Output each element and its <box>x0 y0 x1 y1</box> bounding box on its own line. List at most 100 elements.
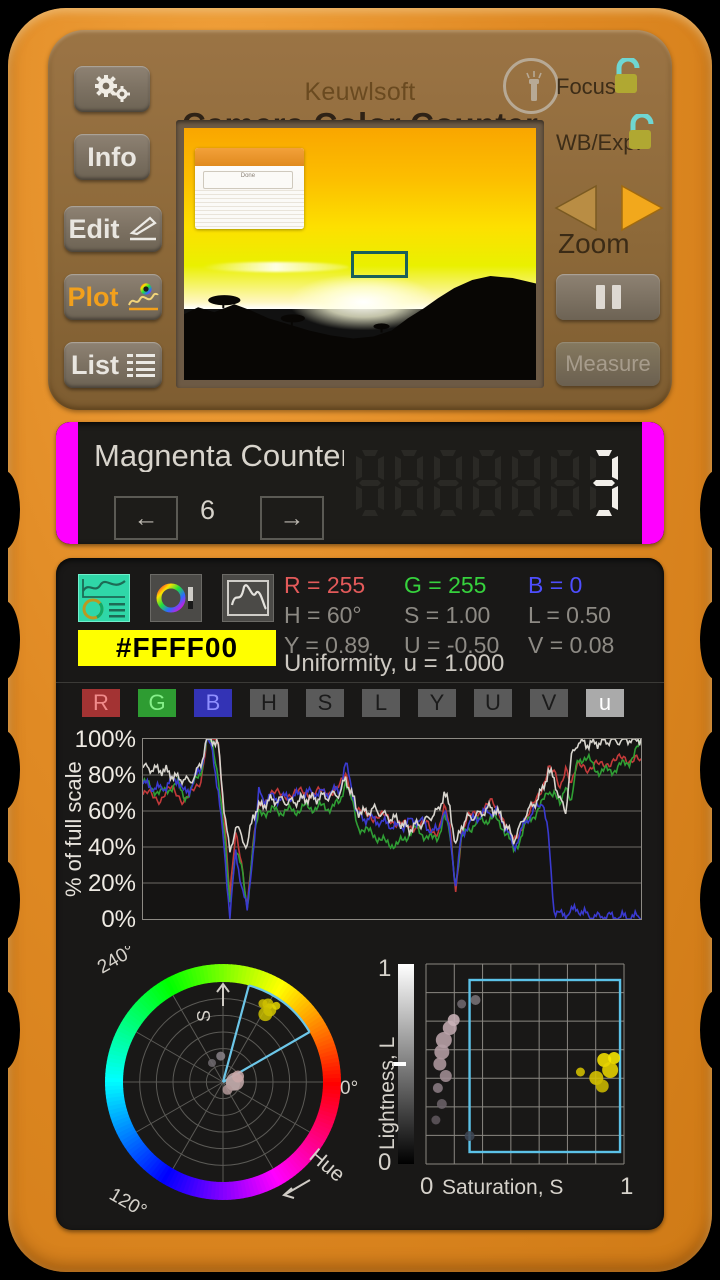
scatter-data-point <box>464 1131 475 1141</box>
camera-popup[interactable]: Done <box>194 148 304 229</box>
zoom-label: Zoom <box>558 228 630 259</box>
measure-button[interactable]: Measure <box>556 342 660 386</box>
scatter-data-point <box>433 1057 447 1071</box>
selection-box[interactable] <box>468 978 622 1154</box>
scatter-data-point <box>575 1067 585 1077</box>
channel-chip-u[interactable]: u <box>586 689 624 717</box>
hue-data-point <box>258 999 268 1009</box>
chart-y-tick: 100% <box>74 726 136 753</box>
line-chart[interactable] <box>142 736 647 922</box>
counter-accent-left <box>56 422 78 544</box>
channel-chip-V[interactable]: V <box>530 689 568 717</box>
polar-axis-tick: S <box>194 1010 214 1022</box>
seven-segment-digit <box>590 450 618 516</box>
chart-y-tick: 40% <box>87 834 136 861</box>
channel-chip-Y[interactable]: Y <box>418 689 456 717</box>
chart-series-u <box>142 736 646 853</box>
popup-done-button[interactable]: Done <box>203 170 293 189</box>
zoom-out-button[interactable] <box>552 182 600 234</box>
seven-segment-digit <box>356 450 384 516</box>
cloud <box>201 261 350 272</box>
pause-button[interactable] <box>556 274 660 320</box>
seven-segment-display <box>352 446 622 520</box>
chart-series-B <box>142 738 647 922</box>
gears-icon <box>95 75 130 102</box>
pause-icon <box>595 285 605 309</box>
lightness-saturation-chart[interactable]: 1 0 Lightness, L 0 1 Saturation, S <box>368 946 654 1214</box>
channel-chip-H[interactable]: H <box>250 689 288 717</box>
mode-combined-button[interactable] <box>78 574 130 622</box>
channel-chip-L[interactable]: L <box>362 689 400 717</box>
value-g: G = 255 <box>404 572 487 598</box>
camera-preview-frame[interactable]: Done <box>176 120 544 388</box>
counter-prev-button[interactable]: ← <box>114 496 178 540</box>
scatter-data-point <box>439 1070 452 1082</box>
hue-polar-chart[interactable]: S 240° 120° 0° Hue <box>78 940 368 1221</box>
info-button[interactable]: Info <box>74 134 150 180</box>
edit-button[interactable]: Edit <box>64 206 162 252</box>
channel-chip-G[interactable]: G <box>138 689 176 717</box>
focus-label: Focus <box>556 74 616 99</box>
scatter-data-point <box>436 1099 447 1109</box>
polar-axis-tick: 240° <box>94 946 139 978</box>
value-h: H = 60° <box>284 602 362 628</box>
scatter-data-point <box>595 1079 609 1093</box>
channel-chip-U[interactable]: U <box>474 689 512 717</box>
hue-data-point <box>222 1084 233 1095</box>
counter-title: Magnenta Counter <box>94 438 344 472</box>
channel-chip-S[interactable]: S <box>306 689 344 717</box>
scatter-data-point <box>457 999 467 1009</box>
data-panel: #FFFF00 R = 255 G = 255 B = 0 H = 60° S … <box>56 558 664 1230</box>
flashlight-icon[interactable] <box>503 58 559 114</box>
scatter-data-point <box>431 1115 441 1125</box>
list-icon <box>127 354 155 377</box>
hills-silhouette <box>184 276 536 380</box>
value-b: B = 0 <box>528 572 583 598</box>
seven-segment-digit <box>512 450 540 516</box>
zoom-in-button[interactable] <box>618 182 666 234</box>
settings-button[interactable] <box>74 66 150 112</box>
channel-chip-row[interactable]: RGBHSLYUVu <box>82 689 624 717</box>
seven-segment-digit <box>434 450 462 516</box>
svg-text:0: 0 <box>420 1173 433 1200</box>
seven-segment-digit <box>395 450 423 516</box>
mode-wheel-button[interactable] <box>150 574 202 622</box>
hue-data-point <box>258 1007 273 1022</box>
counter-accent-right <box>642 422 664 544</box>
edit-button-label: Edit <box>68 213 120 244</box>
hue-data-point <box>232 1070 245 1083</box>
scatter-data-point <box>434 1044 450 1060</box>
chart-y-tick: 80% <box>87 762 136 789</box>
list-button[interactable]: List <box>64 342 162 388</box>
svg-text:1: 1 <box>378 955 391 982</box>
hue-data-point <box>208 1058 216 1067</box>
camera-preview[interactable]: Done <box>184 128 536 380</box>
focus-padlock-icon[interactable] <box>610 58 644 96</box>
plot-button-label: Plot <box>67 281 119 312</box>
scatter-data-point <box>432 1083 443 1093</box>
scatter-data-point <box>447 1014 460 1026</box>
channel-chip-R[interactable]: R <box>82 689 120 717</box>
info-button-label: Info <box>87 141 137 172</box>
divider <box>56 682 664 683</box>
mode-trace-button[interactable] <box>222 574 274 622</box>
hue-data-point <box>216 1051 226 1061</box>
svg-text:Saturation, S: Saturation, S <box>442 1176 563 1199</box>
scatter-data-point <box>602 1062 619 1078</box>
measure-button-label: Measure <box>565 351 651 376</box>
pause-icon <box>611 285 621 309</box>
measurement-roi[interactable] <box>351 251 408 278</box>
app-root: Keuwlsoft Camera Color Counter <box>0 0 720 1280</box>
polar-axis-tick: 120° <box>106 1184 151 1214</box>
value-l: L = 0.50 <box>528 602 611 628</box>
wb-padlock-icon[interactable] <box>624 114 658 152</box>
chart-y-tick: 0% <box>101 906 136 933</box>
popup-titlebar <box>194 148 304 166</box>
counter-next-button[interactable]: → <box>260 496 324 540</box>
chart-y-tick: 20% <box>87 870 136 897</box>
channel-chip-B[interactable]: B <box>194 689 232 717</box>
hue-data-point <box>272 1001 281 1010</box>
chart-y-tick: 60% <box>87 798 136 825</box>
plot-button[interactable]: Plot <box>64 274 162 320</box>
uniformity-value: Uniformity, u = 1.000 <box>284 650 505 677</box>
